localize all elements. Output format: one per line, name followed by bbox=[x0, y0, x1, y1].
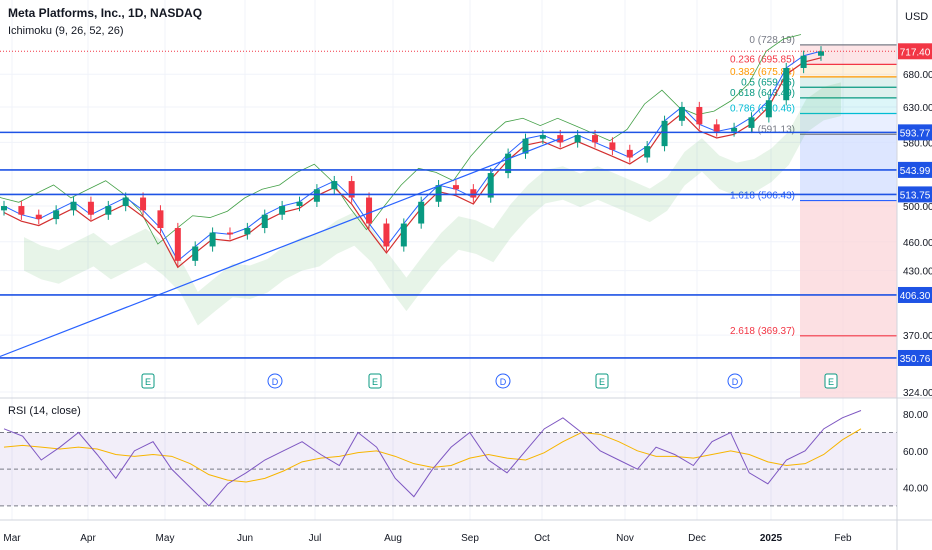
rsi-legend: RSI (14, close) bbox=[8, 405, 81, 417]
candle-body[interactable] bbox=[818, 51, 824, 56]
candle-body[interactable] bbox=[783, 67, 790, 101]
time-tick-label: Sep bbox=[461, 533, 479, 544]
candle-body[interactable] bbox=[470, 189, 477, 198]
earnings-event-label: E bbox=[372, 377, 378, 387]
earnings-event-label: E bbox=[145, 377, 151, 387]
candle-body[interactable] bbox=[661, 120, 668, 147]
time-tick-label: Feb bbox=[834, 533, 852, 544]
fib-level-label: 2.618 (369.37) bbox=[730, 326, 795, 337]
candle-body[interactable] bbox=[574, 135, 581, 143]
candle-body[interactable] bbox=[435, 185, 442, 202]
price-tick-label: 460.00 bbox=[903, 238, 932, 249]
candle-body[interactable] bbox=[279, 206, 286, 215]
level-price-label: 406.30 bbox=[900, 291, 931, 302]
candle-body[interactable] bbox=[539, 135, 546, 139]
currency-label: USD bbox=[905, 11, 928, 23]
level-price-label: 593.77 bbox=[900, 128, 931, 139]
candle-body[interactable] bbox=[557, 135, 564, 143]
fib-zone bbox=[800, 134, 897, 201]
price-tick-label: 324.00 bbox=[903, 388, 932, 399]
price-tick-label: 500.00 bbox=[903, 202, 932, 213]
candle-body[interactable] bbox=[18, 206, 25, 215]
time-tick-label: Dec bbox=[688, 533, 706, 544]
time-tick-label: Nov bbox=[616, 533, 634, 544]
candle-body[interactable] bbox=[70, 201, 77, 211]
candle-body[interactable] bbox=[609, 142, 616, 150]
fib-zone bbox=[800, 335, 897, 398]
price-tick-label: 370.00 bbox=[903, 331, 932, 342]
time-tick-label: Jun bbox=[237, 533, 253, 544]
price-tick-label: 680.00 bbox=[903, 70, 932, 81]
rsi-tick-label: 80.00 bbox=[903, 410, 928, 421]
rsi-tick-label: 60.00 bbox=[903, 447, 928, 458]
candle-body[interactable] bbox=[105, 206, 112, 215]
dividend-event-label: D bbox=[272, 377, 279, 387]
earnings-event-label: E bbox=[828, 377, 834, 387]
candle-body[interactable] bbox=[53, 210, 60, 220]
price-tick-label: 430.00 bbox=[903, 267, 932, 278]
indicator-legend: Ichimoku (9, 26, 52, 26) bbox=[8, 25, 124, 37]
candle-body[interactable] bbox=[383, 223, 390, 247]
candle-body[interactable] bbox=[226, 232, 233, 235]
candle-body[interactable] bbox=[765, 100, 772, 118]
level-price-label: 543.99 bbox=[900, 166, 931, 177]
level-price-label: 513.75 bbox=[900, 190, 931, 201]
candle-body[interactable] bbox=[157, 210, 164, 229]
candle-body[interactable] bbox=[400, 223, 407, 247]
time-tick-label: Jul bbox=[309, 533, 322, 544]
dividend-event-label: D bbox=[732, 377, 739, 387]
candle-body[interactable] bbox=[35, 214, 42, 220]
candle-body[interactable] bbox=[696, 106, 703, 125]
candle-body[interactable] bbox=[800, 55, 807, 68]
time-tick-label: Mar bbox=[3, 533, 21, 544]
level-price-label: 350.76 bbox=[900, 354, 931, 365]
candle-body[interactable] bbox=[313, 189, 320, 202]
candle-body[interactable] bbox=[209, 232, 216, 247]
last-price-label: 717.40 bbox=[900, 47, 931, 58]
candle-body[interactable] bbox=[261, 214, 268, 229]
candle-body[interactable] bbox=[140, 197, 147, 211]
candle-body[interactable] bbox=[366, 197, 373, 224]
rsi-tick-label: 40.00 bbox=[903, 484, 928, 495]
fib-zone bbox=[800, 76, 897, 88]
candle-body[interactable] bbox=[331, 181, 338, 190]
time-tick-label: 2025 bbox=[760, 533, 783, 544]
time-tick-label: Aug bbox=[384, 533, 402, 544]
candle-body[interactable] bbox=[122, 197, 129, 207]
candle-body[interactable] bbox=[731, 127, 738, 132]
candle-body[interactable] bbox=[174, 228, 181, 261]
time-tick-label: Oct bbox=[534, 533, 550, 544]
candle-body[interactable] bbox=[244, 228, 251, 235]
fib-zone bbox=[800, 44, 897, 65]
candle-body[interactable] bbox=[678, 106, 685, 121]
time-tick-label: May bbox=[156, 533, 175, 544]
dividend-event-label: D bbox=[500, 377, 507, 387]
time-tick-label: Apr bbox=[80, 533, 96, 544]
symbol-title: Meta Platforms, Inc., 1D, NASDAQ bbox=[8, 6, 202, 20]
fib-level-label: 0.236 (695.85) bbox=[730, 54, 795, 65]
candle-body[interactable] bbox=[748, 117, 755, 128]
earnings-event-label: E bbox=[599, 377, 605, 387]
candle-body[interactable] bbox=[418, 201, 425, 224]
fib-level-label: 0 (728.19) bbox=[749, 35, 795, 46]
price-tick-label: 630.00 bbox=[903, 103, 932, 114]
candle-body[interactable] bbox=[87, 201, 94, 215]
candle-body[interactable] bbox=[192, 246, 199, 261]
candle-body[interactable] bbox=[592, 135, 599, 143]
candle-body[interactable] bbox=[1, 206, 7, 211]
chart-stage: 324.00370.00430.00460.00500.00580.00630.… bbox=[0, 0, 932, 550]
fib-zone bbox=[800, 200, 897, 336]
candle-body[interactable] bbox=[626, 149, 633, 158]
fib-zone bbox=[800, 64, 897, 77]
candle-body[interactable] bbox=[296, 201, 303, 207]
candle-body[interactable] bbox=[713, 124, 720, 132]
candle-body[interactable] bbox=[452, 185, 459, 190]
candle-body[interactable] bbox=[644, 146, 651, 158]
